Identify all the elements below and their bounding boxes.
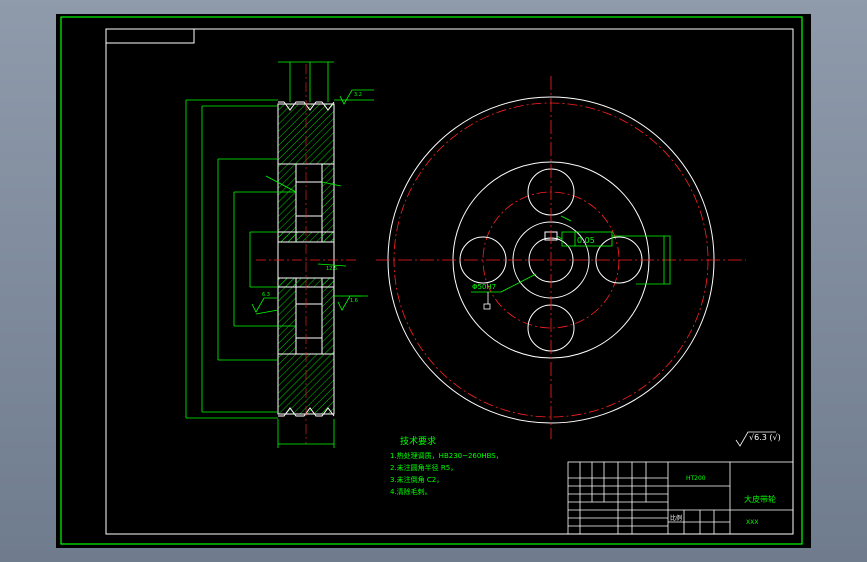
drawing-number: HT200 — [686, 475, 706, 482]
drawing-canvas: 3.2 1.6 6.3 12.5 0.05 Φ50H7 技术要求 1.热处理调质… — [60, 16, 803, 545]
hole-leader — [500, 273, 537, 293]
roughness-note: √6.3 (√) — [735, 431, 781, 447]
tech-title: 技术要求 — [400, 435, 436, 447]
front-view — [376, 76, 746, 439]
cad-viewport[interactable]: 3.2 1.6 6.3 12.5 0.05 Φ50H7 技术要求 1.热处理调质… — [0, 0, 867, 562]
tolerance-value: 0.05 — [577, 236, 595, 245]
tech-item-1: 1.热处理调质，HB230~260HBS， — [390, 451, 503, 460]
roughness-label-2: 1.6 — [350, 298, 358, 304]
tech-item-2: 2.未注圆角半径 R5， — [390, 463, 457, 472]
hole-callout: Φ50H7 — [472, 283, 496, 291]
tech-item-3: 3.未注倒角 C2， — [390, 475, 443, 484]
part-name: 大皮带轮 — [744, 494, 776, 504]
drawing-sheet: 3.2 1.6 6.3 12.5 0.05 Φ50H7 技术要求 1.热处理调质… — [56, 14, 811, 548]
section-view: 3.2 1.6 6.3 12.5 — [185, 61, 374, 448]
roughness-label-1: 3.2 — [354, 92, 362, 98]
roughness-label-3: 6.3 — [262, 292, 270, 298]
corner-box — [105, 28, 195, 44]
scale-label: 比例 — [670, 514, 682, 522]
roughness-note-text: √6.3 (√) — [749, 433, 781, 442]
tech-requirements: 技术要求 1.热处理调质，HB230~260HBS， 2.未注圆角半径 R5， … — [390, 435, 503, 496]
tech-item-4: 4.清除毛刺。 — [390, 487, 432, 496]
web-hole-top — [295, 181, 323, 217]
school-name: XXX — [746, 519, 758, 526]
web-hole-bottom — [295, 303, 323, 339]
roughness-label-4: 12.5 — [326, 266, 337, 272]
